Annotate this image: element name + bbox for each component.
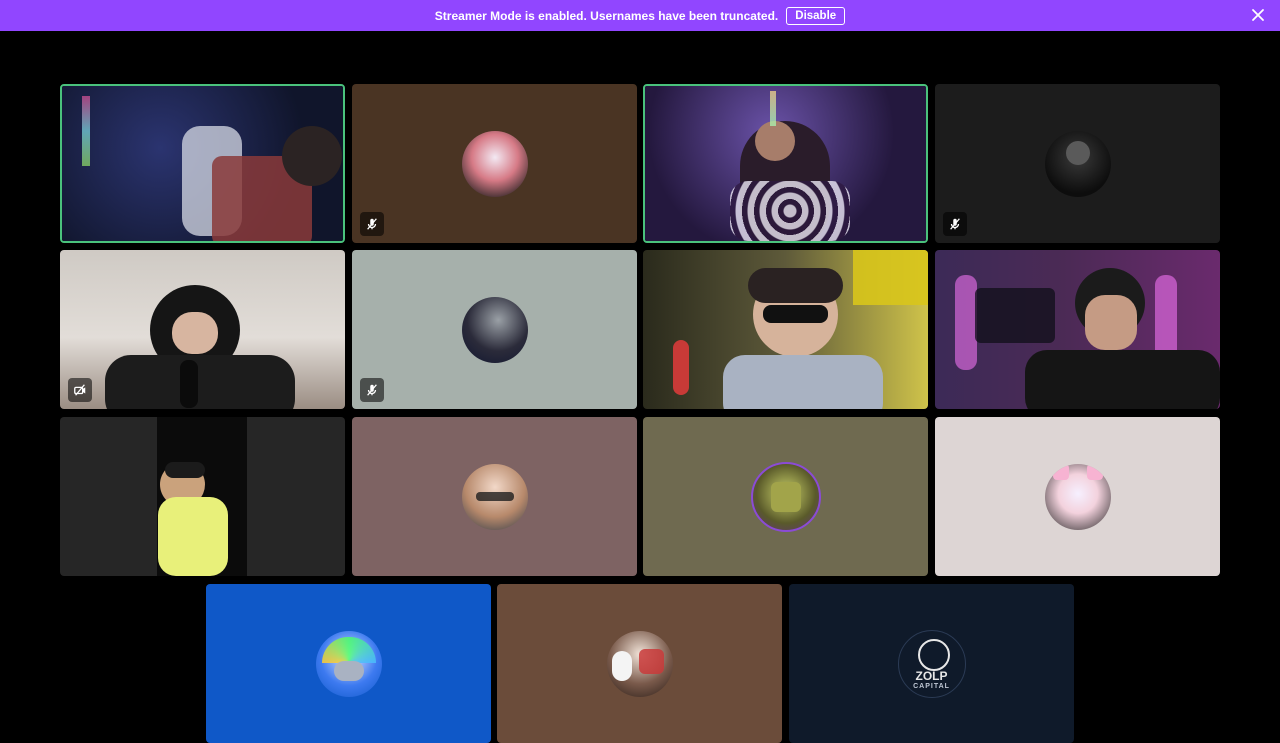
participant-tile[interactable] — [643, 250, 928, 409]
participant-tile[interactable] — [206, 584, 491, 743]
muted-mic-indicator — [360, 378, 384, 402]
participant-tile[interactable] — [352, 84, 637, 243]
participant-tile[interactable] — [643, 84, 928, 243]
close-icon[interactable] — [1250, 7, 1266, 23]
participant-tile[interactable] — [935, 417, 1220, 576]
streamer-mode-message: Streamer Mode is enabled. Usernames have… — [434, 8, 779, 23]
participant-tile[interactable] — [352, 250, 637, 409]
participant-video — [60, 417, 345, 576]
participant-tile[interactable] — [60, 250, 345, 409]
muted-mic-indicator — [360, 212, 384, 236]
participant-tile[interactable] — [352, 417, 637, 576]
participant-video — [643, 250, 928, 409]
avatar-text: ZOLP — [915, 668, 948, 683]
participant-video — [645, 86, 926, 241]
avatar — [750, 461, 821, 532]
video-off-indicator — [68, 378, 92, 402]
participant-tile[interactable] — [60, 84, 345, 243]
avatar — [461, 463, 528, 530]
mic-muted-icon — [367, 218, 377, 230]
participant-tile[interactable]: ZOLP CAPITAL — [789, 584, 1074, 743]
avatar — [461, 296, 528, 363]
participant-video — [60, 250, 345, 409]
disable-streamer-mode-button[interactable]: Disable — [786, 6, 846, 25]
streamer-mode-banner: Streamer Mode is enabled. Usernames have… — [0, 0, 1280, 31]
participant-video — [62, 86, 343, 241]
avatar — [461, 130, 528, 197]
avatar — [1044, 463, 1111, 530]
avatar: ZOLP CAPITAL — [897, 629, 966, 698]
participant-tile[interactable] — [497, 584, 782, 743]
avatar — [315, 630, 382, 697]
muted-mic-indicator — [943, 212, 967, 236]
participant-tile[interactable] — [935, 84, 1220, 243]
avatar-subtext: CAPITAL — [913, 682, 950, 690]
participant-tile[interactable] — [60, 417, 345, 576]
participant-tile[interactable] — [643, 417, 928, 576]
voice-call-grid: ZOLP CAPITAL — [0, 31, 1280, 743]
camera-off-icon — [74, 384, 86, 396]
mic-muted-icon — [367, 384, 377, 396]
avatar — [1044, 130, 1111, 197]
mic-muted-icon — [950, 218, 960, 230]
participant-video — [935, 250, 1220, 409]
participant-tile[interactable] — [935, 250, 1220, 409]
avatar — [606, 630, 673, 697]
